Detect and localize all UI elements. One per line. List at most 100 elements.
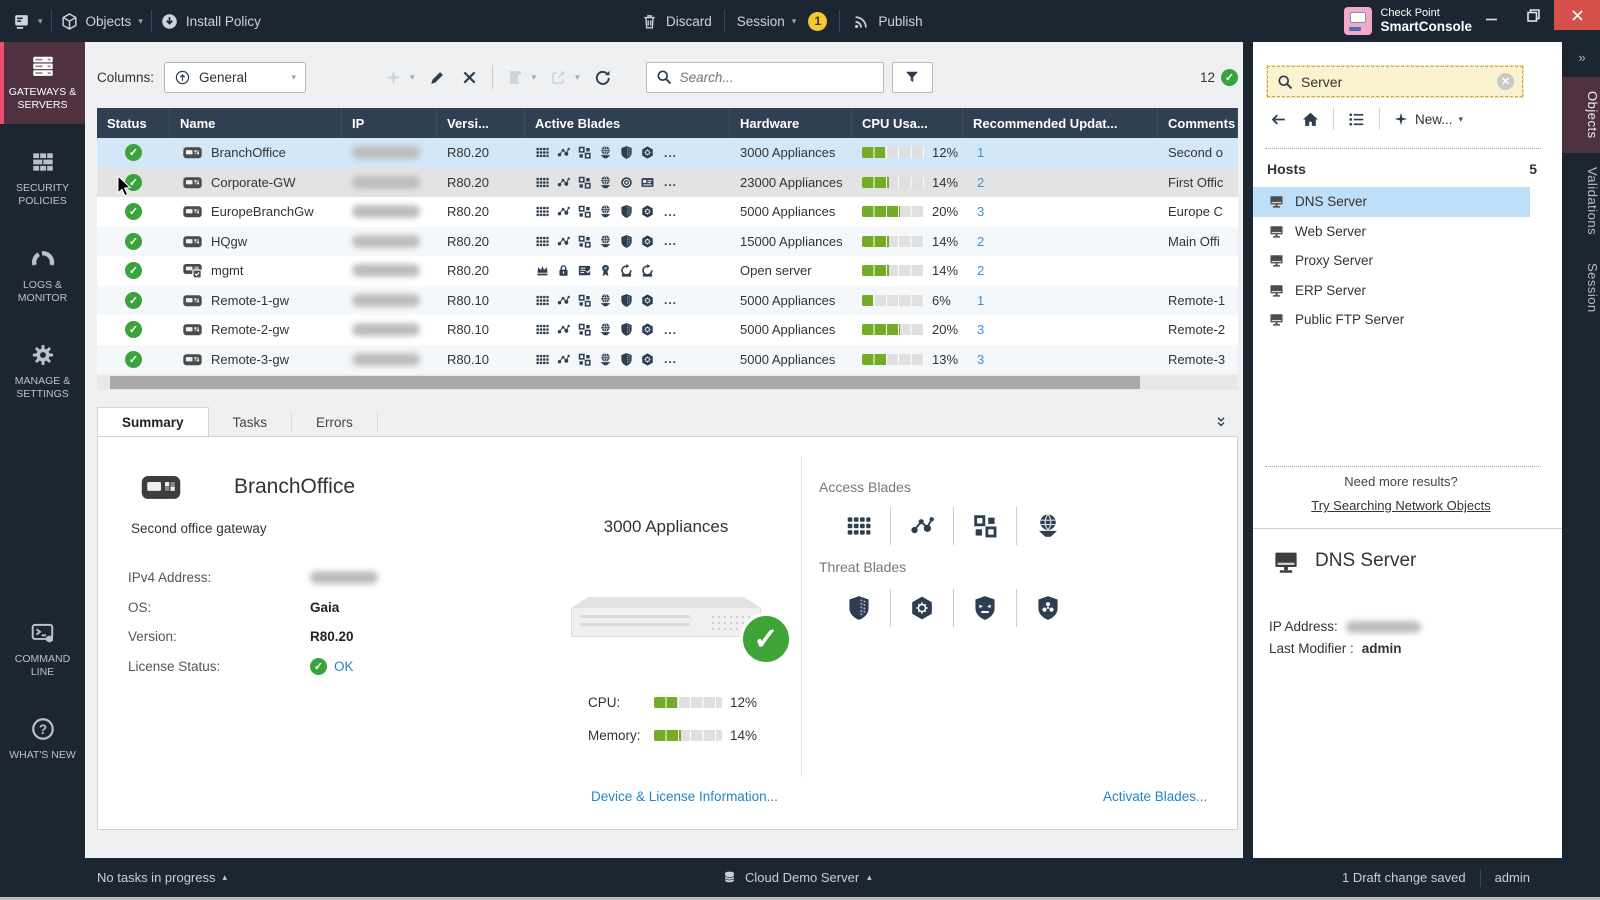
tasks-status-button[interactable]: No tasks in progress ▴ bbox=[97, 870, 227, 885]
tab-summary[interactable]: Summary bbox=[97, 407, 209, 437]
checkpoint-logo bbox=[1344, 7, 1372, 35]
gear-icon bbox=[30, 342, 56, 368]
recommended-updates-cell[interactable]: 2 bbox=[963, 256, 1158, 286]
discard-button[interactable]: Discard bbox=[640, 12, 712, 31]
search-icon bbox=[1276, 73, 1294, 91]
side-tab-validations[interactable]: Validations bbox=[1562, 153, 1600, 249]
columns-profile-value: General bbox=[199, 70, 247, 85]
filter-button[interactable] bbox=[892, 62, 933, 93]
collapse-panel-icon[interactable] bbox=[1214, 415, 1228, 429]
close-button[interactable] bbox=[1554, 0, 1600, 30]
delete-x-icon[interactable] bbox=[460, 68, 479, 87]
clear-search-icon[interactable]: ✕ bbox=[1497, 73, 1514, 90]
active-blades-cell: ... bbox=[525, 345, 730, 375]
table-search-input[interactable] bbox=[680, 70, 860, 85]
recommended-updates-cell[interactable]: 3 bbox=[963, 315, 1158, 345]
side-tab-objects[interactable]: Objects bbox=[1562, 77, 1600, 153]
tab-tasks[interactable]: Tasks bbox=[209, 408, 292, 437]
sidebar-item-security-policies[interactable]: SECURITY POLICIES bbox=[0, 138, 85, 220]
horizontal-scrollbar[interactable] bbox=[97, 375, 1238, 390]
recommended-updates-cell[interactable]: 3 bbox=[963, 345, 1158, 375]
side-tab-session[interactable]: Session bbox=[1562, 249, 1600, 327]
divider bbox=[1253, 528, 1562, 529]
column-header-cpu-usa-[interactable]: CPU Usa... bbox=[852, 108, 963, 138]
device-license-link[interactable]: Device & License Information... bbox=[591, 789, 778, 804]
recommended-updates-cell[interactable]: 2 bbox=[963, 227, 1158, 257]
column-header-versi-[interactable]: Versi... bbox=[437, 108, 525, 138]
hardware-cell: 5000 Appliances bbox=[730, 286, 852, 316]
scrollbar-thumb[interactable] bbox=[110, 376, 1140, 389]
columns-label: Columns: bbox=[97, 70, 154, 85]
main-menu-button[interactable]: ▾ bbox=[12, 12, 43, 31]
server-status-button[interactable]: Cloud Demo Server ▴ bbox=[722, 870, 872, 885]
ip-cell bbox=[342, 286, 437, 316]
table-row[interactable]: EuropeBranchGwR80.20...5000 Appliances20… bbox=[97, 197, 1238, 227]
squares-blade-icon bbox=[577, 322, 592, 337]
objects-search-input[interactable] bbox=[1301, 74, 1476, 90]
sidebar-item-gateways-servers[interactable]: GATEWAYS & SERVERS bbox=[0, 42, 85, 124]
column-header-hardware[interactable]: Hardware bbox=[730, 108, 852, 138]
table-row[interactable]: mgmtR80.20Open server14%2 bbox=[97, 256, 1238, 286]
column-header-active-blades[interactable]: Active Blades bbox=[525, 108, 730, 138]
servers-icon bbox=[30, 53, 56, 79]
new-gateway-button[interactable]: ▾ bbox=[384, 68, 415, 87]
search-network-objects-link[interactable]: Try Searching Network Objects bbox=[1253, 498, 1549, 513]
session-menu-button[interactable]: Session▾ bbox=[737, 14, 797, 29]
filter-icon bbox=[903, 68, 921, 86]
column-header-status[interactable]: Status bbox=[97, 108, 170, 138]
host-list-item[interactable]: Proxy Server bbox=[1253, 246, 1530, 276]
chevron-down-icon: ▾ bbox=[38, 16, 43, 27]
column-header-ip[interactable]: IP bbox=[342, 108, 437, 138]
recommended-updates-cell[interactable]: 3 bbox=[963, 197, 1158, 227]
recommended-updates-cell[interactable]: 2 bbox=[963, 168, 1158, 198]
host-list-item[interactable]: Public FTP Server bbox=[1253, 305, 1530, 335]
minimize-button[interactable] bbox=[1470, 0, 1512, 30]
table-row[interactable]: Corporate-GWR80.20...23000 Appliances14%… bbox=[97, 168, 1238, 198]
refresh-icon[interactable] bbox=[593, 68, 612, 87]
cpu-usage-cell: 14% bbox=[852, 168, 963, 198]
host-list-item[interactable]: Web Server bbox=[1253, 217, 1530, 247]
comment-cell: First Offic bbox=[1158, 168, 1238, 198]
shield-blade-icon bbox=[619, 145, 634, 160]
status-cell bbox=[97, 197, 170, 227]
restore-button[interactable] bbox=[1512, 0, 1554, 30]
column-header-comments[interactable]: Comments bbox=[1158, 108, 1238, 138]
new-object-button[interactable]: New... ▾ bbox=[1393, 111, 1463, 127]
columns-profile-dropdown[interactable]: General ▾ bbox=[164, 62, 306, 93]
column-header-recommended-updat-[interactable]: Recommended Updat... bbox=[963, 108, 1158, 138]
table-row[interactable]: Remote-1-gwR80.10...5000 Appliances6%1Re… bbox=[97, 286, 1238, 316]
sidebar-item-what-s-new[interactable]: WHAT'S NEW bbox=[0, 705, 85, 774]
gateway-icon bbox=[182, 349, 203, 370]
back-arrow-icon[interactable] bbox=[1269, 110, 1288, 129]
column-profile-icon bbox=[174, 69, 191, 86]
sidebar-item-logs-monitor[interactable]: LOGS & MONITOR bbox=[0, 235, 85, 317]
policies-icon bbox=[30, 149, 56, 175]
activate-blades-link[interactable]: Activate Blades... bbox=[1103, 789, 1207, 804]
sidebar-item-label: SECURITY POLICIES bbox=[4, 182, 81, 208]
host-monitor-icon bbox=[1268, 252, 1285, 269]
table-row[interactable]: HQgwR80.20...15000 Appliances14%2Main Of… bbox=[97, 227, 1238, 257]
edit-pencil-icon[interactable] bbox=[428, 68, 447, 87]
actions-export-button[interactable]: ▾ bbox=[549, 68, 580, 87]
host-list-item[interactable]: ERP Server bbox=[1253, 276, 1530, 306]
host-list-item[interactable]: DNS Server bbox=[1253, 187, 1530, 217]
publish-button[interactable]: Publish bbox=[852, 12, 922, 31]
table-row[interactable]: Remote-3-gwR80.10...5000 Appliances13%3R… bbox=[97, 345, 1238, 375]
objects-search-box[interactable]: ✕ bbox=[1267, 66, 1523, 97]
sidebar-item-command-line[interactable]: COMMAND LINE bbox=[0, 609, 85, 691]
tab-errors[interactable]: Errors bbox=[292, 408, 377, 437]
sidebar-item-manage-settings[interactable]: MANAGE & SETTINGS bbox=[0, 331, 85, 413]
table-search-box[interactable] bbox=[646, 62, 884, 93]
list-view-icon[interactable] bbox=[1347, 110, 1366, 129]
recommended-updates-cell[interactable]: 1 bbox=[963, 286, 1158, 316]
session-changes-badge[interactable]: 1 bbox=[808, 12, 827, 31]
recommended-updates-cell[interactable]: 1 bbox=[963, 138, 1158, 168]
home-icon[interactable] bbox=[1301, 110, 1320, 129]
objects-menu-button[interactable]: Objects▾ bbox=[60, 12, 143, 31]
scripts-button[interactable]: ▾ bbox=[506, 68, 537, 87]
collapse-panel-icon[interactable]: » bbox=[1562, 50, 1600, 65]
table-row[interactable]: Remote-2-gwR80.10...5000 Appliances20%3R… bbox=[97, 315, 1238, 345]
column-header-name[interactable]: Name bbox=[170, 108, 342, 138]
table-row[interactable]: BranchOfficeR80.20...3000 Appliances12%1… bbox=[97, 138, 1238, 168]
install-policy-button[interactable]: Install Policy bbox=[160, 12, 261, 31]
